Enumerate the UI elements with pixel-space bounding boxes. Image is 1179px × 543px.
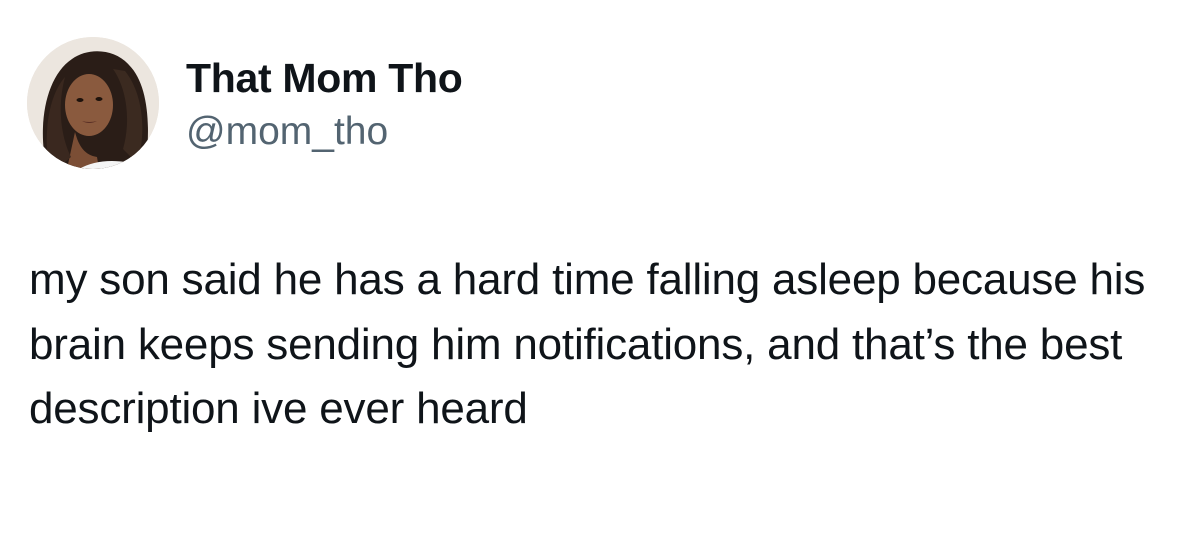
tweet-header: That Mom Tho @mom_tho (27, 37, 463, 169)
author-names: That Mom Tho @mom_tho (186, 37, 463, 155)
author-avatar[interactable] (27, 37, 159, 169)
author-display-name[interactable]: That Mom Tho (186, 55, 463, 101)
tweet-text: my son said he has a hard time falling a… (29, 255, 1146, 433)
author-handle[interactable]: @mom_tho (186, 109, 463, 155)
tweet-card: That Mom Tho @mom_tho my son said he has… (0, 0, 1179, 543)
avatar-photo-icon (27, 37, 159, 169)
